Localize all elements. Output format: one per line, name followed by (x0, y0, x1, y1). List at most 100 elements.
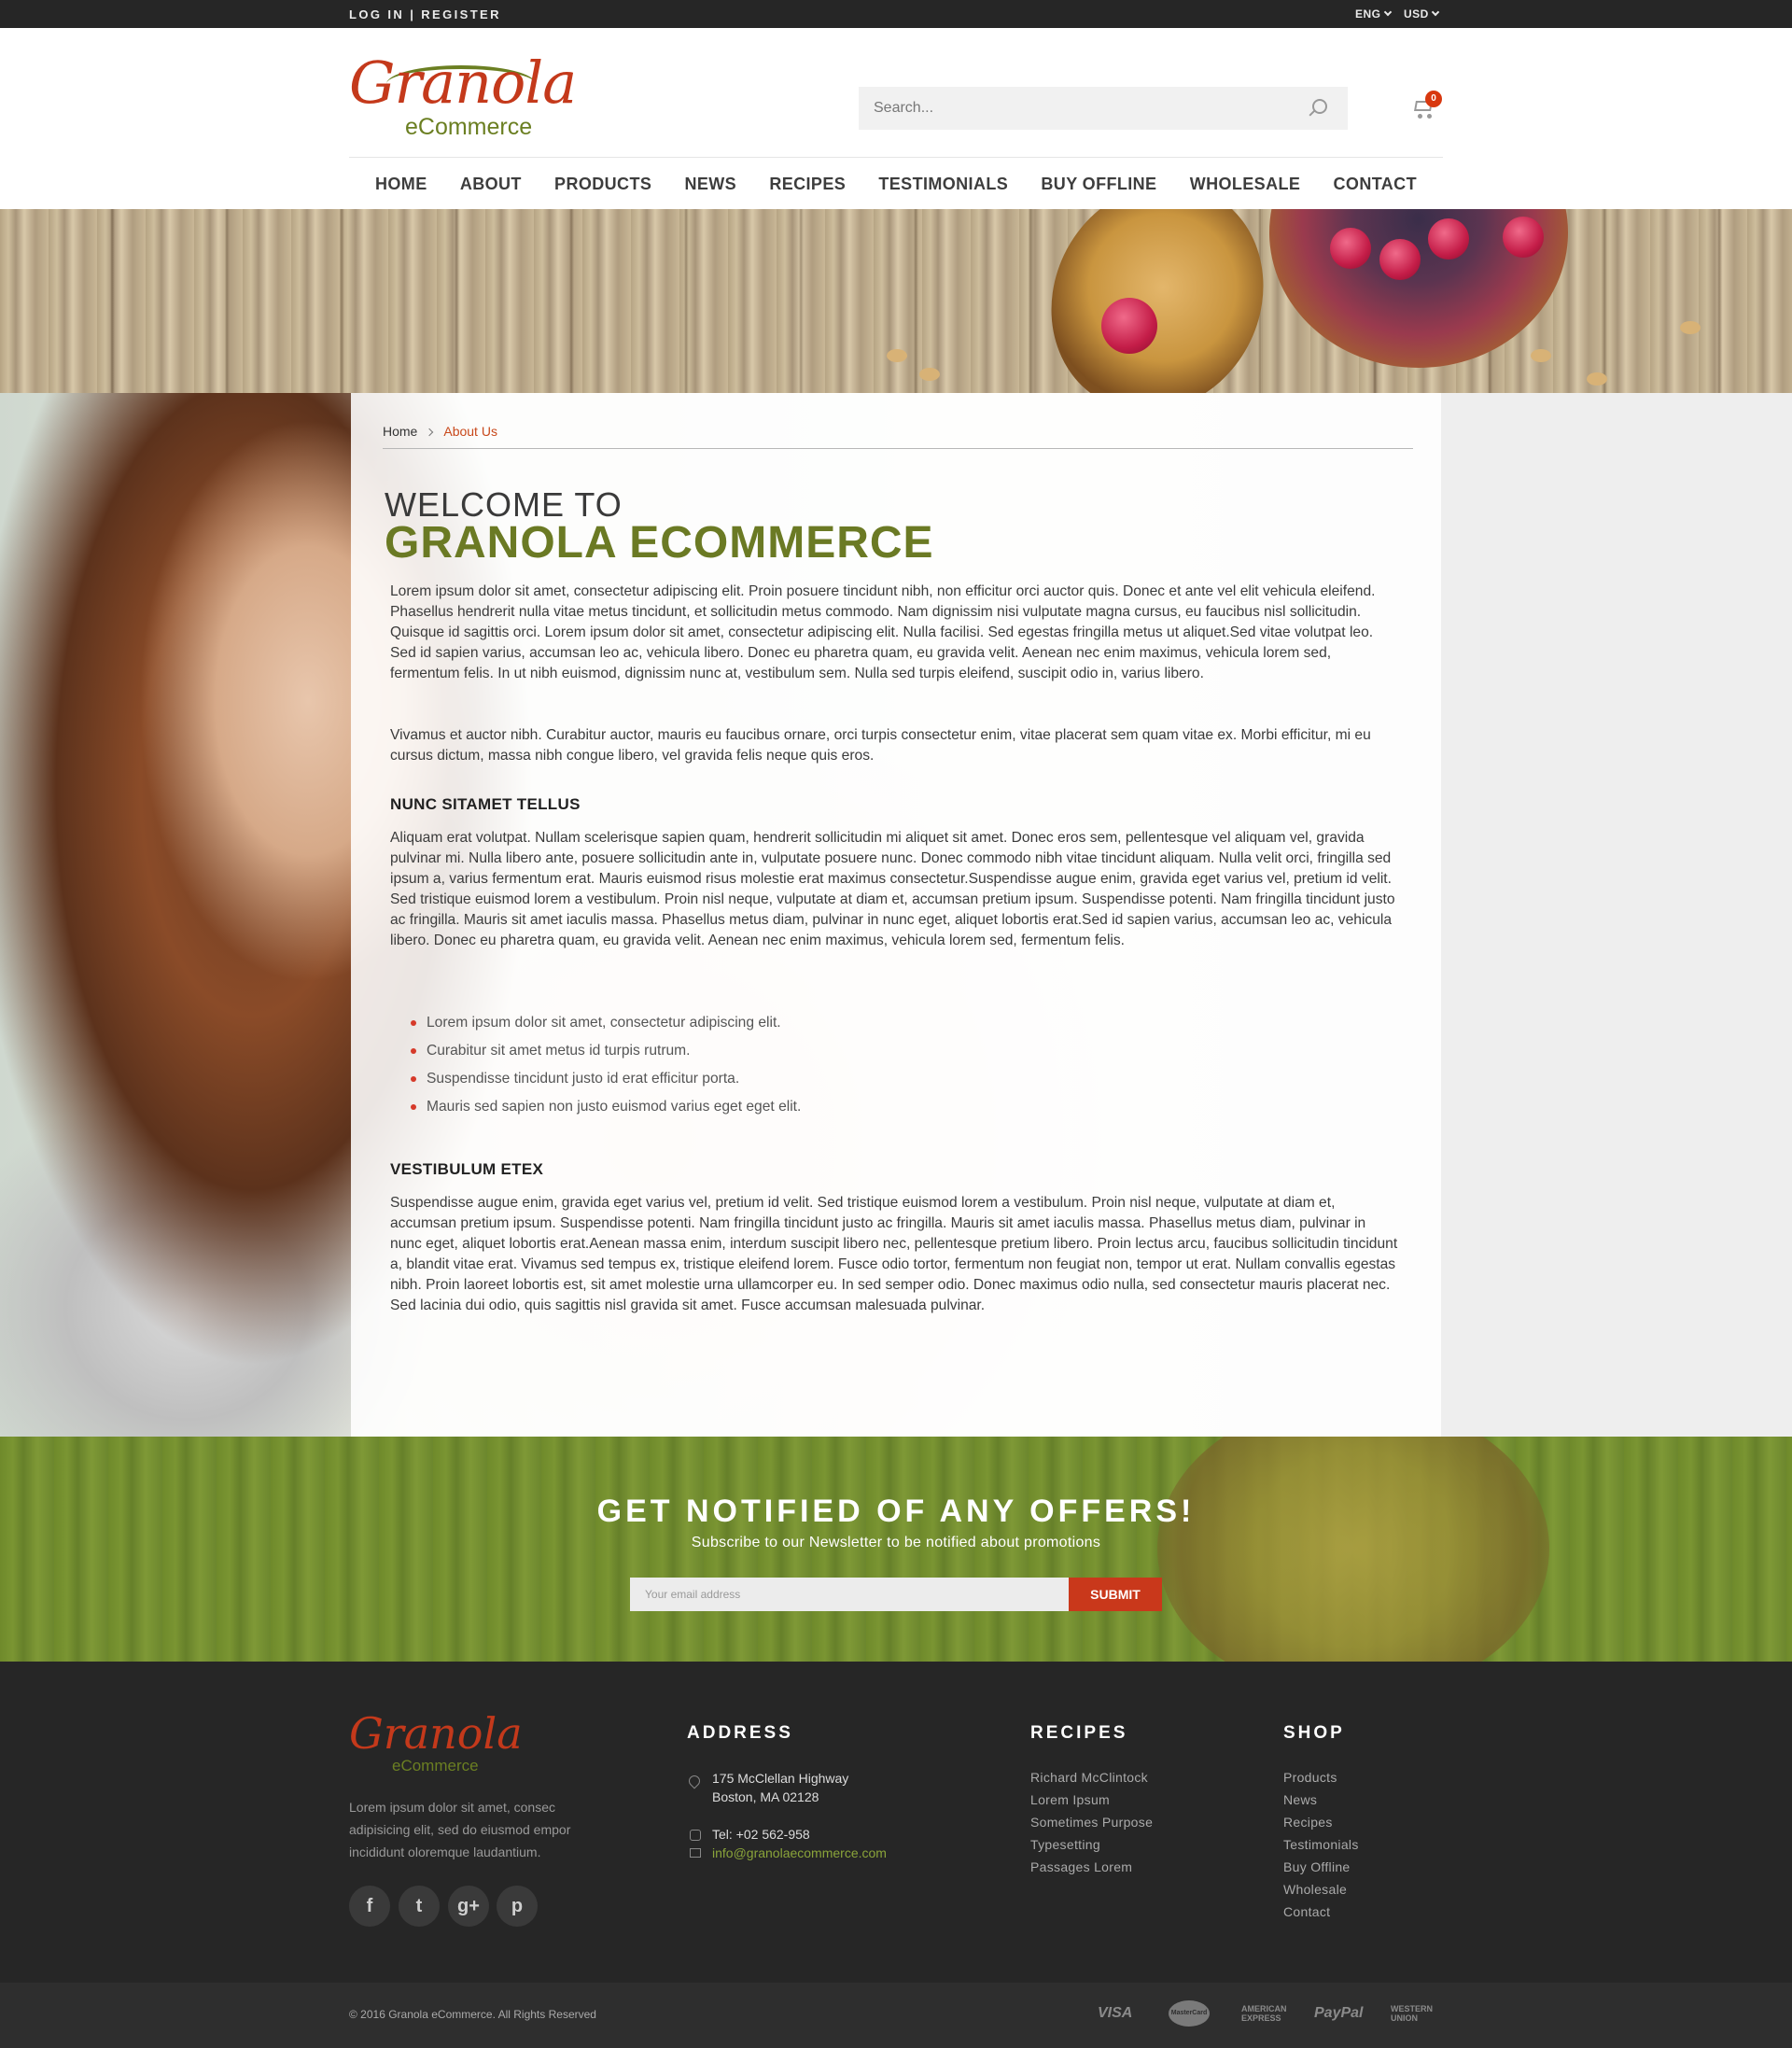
recipes-heading: RECIPES (1030, 1723, 1128, 1743)
intro-paragraph: Lorem ipsum dolor sit amet, consectetur … (390, 583, 1376, 681)
second-paragraph: Vivamus et auctor nibh. Curabitur auctor… (390, 727, 1371, 764)
breadcrumb-divider (383, 448, 1413, 449)
auth-links: LOG IN | REGISTER (349, 7, 501, 21)
raspberry-image (1330, 228, 1371, 269)
recipes-link[interactable]: Passages Lorem (1030, 1859, 1132, 1874)
footer-logo-sub: eCommerce (392, 1757, 479, 1774)
footer-logo-script: Granola (349, 1708, 523, 1759)
top-bar: LOG IN | REGISTER ENG USD (0, 0, 1792, 28)
search-box (859, 87, 1348, 130)
site-logo[interactable]: Granola eCommerce (349, 49, 577, 140)
hero-banner-image (0, 209, 1792, 393)
raspberry-image (1101, 298, 1157, 354)
newsletter-email-input[interactable] (630, 1578, 1069, 1611)
breadcrumb: Home About Us (383, 424, 497, 439)
logo-sub-text: eCommerce (405, 114, 533, 140)
auth-separator: | (410, 7, 416, 21)
oat-image (1587, 372, 1607, 386)
newsletter-title: GET NOTIFIED OF ANY OFFERS! (596, 1494, 1196, 1529)
breadcrumb-home[interactable]: Home (383, 424, 417, 439)
visa-icon: VISA (1098, 2005, 1133, 2021)
footer-logo[interactable]: Granola eCommerce (349, 1708, 523, 1777)
oat-image (887, 349, 907, 362)
shop-heading: SHOP (1283, 1723, 1345, 1743)
main-nav: HOME ABOUT PRODUCTS NEWS RECIPES TESTIMO… (349, 157, 1443, 209)
recipes-link[interactable]: Typesetting (1030, 1837, 1100, 1852)
register-link[interactable]: REGISTER (421, 7, 501, 21)
search-icon[interactable] (1312, 99, 1327, 114)
newsletter-subtitle: Subscribe to our Newsletter to be notifi… (691, 1535, 1101, 1550)
nav-testimonials[interactable]: TESTIMONIALS (878, 158, 1008, 210)
currency-value: USD (1404, 7, 1429, 21)
shop-link-recipes[interactable]: Recipes (1283, 1815, 1333, 1830)
shop-link-contact[interactable]: Contact (1283, 1904, 1330, 1919)
breadcrumb-current: About Us (443, 424, 497, 439)
section-paragraph-2: Suspendisse augue enim, gravida eget var… (390, 1195, 1398, 1313)
nav-wholesale[interactable]: WHOLESALE (1190, 158, 1301, 210)
oat-image (919, 368, 940, 381)
recipes-link[interactable]: Sometimes Purpose (1030, 1815, 1153, 1830)
mail-icon (690, 1848, 701, 1858)
shop-link-products[interactable]: Products (1283, 1770, 1337, 1785)
wu-line-2: UNION (1391, 2013, 1418, 2023)
login-link[interactable]: LOG IN (349, 7, 404, 21)
oat-image (1531, 349, 1551, 362)
shop-link-wholesale[interactable]: Wholesale (1283, 1882, 1347, 1897)
phone-number: Tel: +02 562-958 (712, 1827, 810, 1842)
oat-image (1680, 321, 1701, 334)
footer (0, 1662, 1792, 1983)
address-heading: ADDRESS (687, 1723, 793, 1743)
address-line-1: 175 McClellan Highway (712, 1771, 849, 1786)
amex-icon: AMERICAN EXPRESS (1241, 2004, 1287, 2023)
shop-link-testimonials[interactable]: Testimonials (1283, 1837, 1359, 1852)
nav-news[interactable]: NEWS (684, 158, 736, 210)
mastercard-icon: MasterCard (1169, 2000, 1210, 2027)
list-item: Curabitur sit amet metus id turpis rutru… (411, 1037, 801, 1065)
search-input[interactable] (859, 87, 1288, 130)
raspberry-image (1503, 217, 1544, 258)
section-heading-1: NUNC SITAMET TELLUS (390, 795, 581, 813)
recipes-link[interactable]: Richard McClintock (1030, 1770, 1148, 1785)
google-plus-icon[interactable]: g+ (448, 1886, 489, 1927)
copyright-text: © 2016 Granola eCommerce. All Rights Res… (349, 2008, 596, 2021)
nav-about[interactable]: ABOUT (460, 158, 522, 210)
newsletter-submit-button[interactable]: SUBMIT (1069, 1578, 1162, 1611)
address-line-2: Boston, MA 02128 (712, 1789, 819, 1804)
nav-recipes[interactable]: RECIPES (769, 158, 846, 210)
nav-products[interactable]: PRODUCTS (554, 158, 651, 210)
cart-count-badge: 0 (1425, 91, 1442, 107)
cart-wheel-icon (1418, 114, 1422, 119)
facebook-icon[interactable]: f (349, 1886, 390, 1927)
nav-home[interactable]: HOME (375, 158, 427, 210)
chevron-down-icon (1383, 7, 1392, 17)
shop-link-buy-offline[interactable]: Buy Offline (1283, 1859, 1351, 1874)
section-paragraph-1: Aliquam erat volutpat. Nullam scelerisqu… (390, 830, 1395, 948)
chevron-down-icon (1431, 7, 1440, 17)
email-link[interactable]: info@granolaecommerce.com (712, 1844, 887, 1862)
chevron-right-icon (426, 428, 434, 437)
twitter-icon[interactable]: t (399, 1886, 440, 1927)
language-value: ENG (1355, 7, 1381, 21)
pinterest-icon[interactable]: p (497, 1886, 538, 1927)
list-item: Mauris sed sapien non justo euismod vari… (411, 1093, 801, 1121)
list-item: Suspendisse tincidunt justo id erat effi… (411, 1065, 801, 1093)
nav-buy-offline[interactable]: BUY OFFLINE (1041, 158, 1156, 210)
recipes-link[interactable]: Lorem Ipsum (1030, 1792, 1110, 1807)
footer-about-text: Lorem ipsum dolor sit amet, consec adipi… (349, 1800, 571, 1859)
list-item: Lorem ipsum dolor sit amet, consectetur … (411, 1009, 801, 1037)
footer-bottom-bar (0, 1983, 1792, 2048)
language-select[interactable]: ENG (1355, 7, 1392, 21)
raspberry-image (1379, 239, 1421, 280)
phone-icon (690, 1830, 701, 1841)
cart-wheel-icon (1427, 114, 1432, 119)
bullet-list: Lorem ipsum dolor sit amet, consectetur … (411, 1009, 801, 1121)
western-union-icon: WESTERN UNION (1391, 2004, 1433, 2023)
amex-line-1: AMERICAN (1241, 2004, 1287, 2013)
currency-select[interactable]: USD (1404, 7, 1440, 21)
logo-script-text: Granola (349, 49, 577, 117)
nav-contact[interactable]: CONTACT (1334, 158, 1417, 210)
section-heading-2: VESTIBULUM ETEX (390, 1160, 544, 1178)
shop-link-news[interactable]: News (1283, 1792, 1317, 1807)
amex-line-2: EXPRESS (1241, 2013, 1281, 2023)
page-title-line2: GRANOLA ECOMMERCE (385, 518, 934, 568)
